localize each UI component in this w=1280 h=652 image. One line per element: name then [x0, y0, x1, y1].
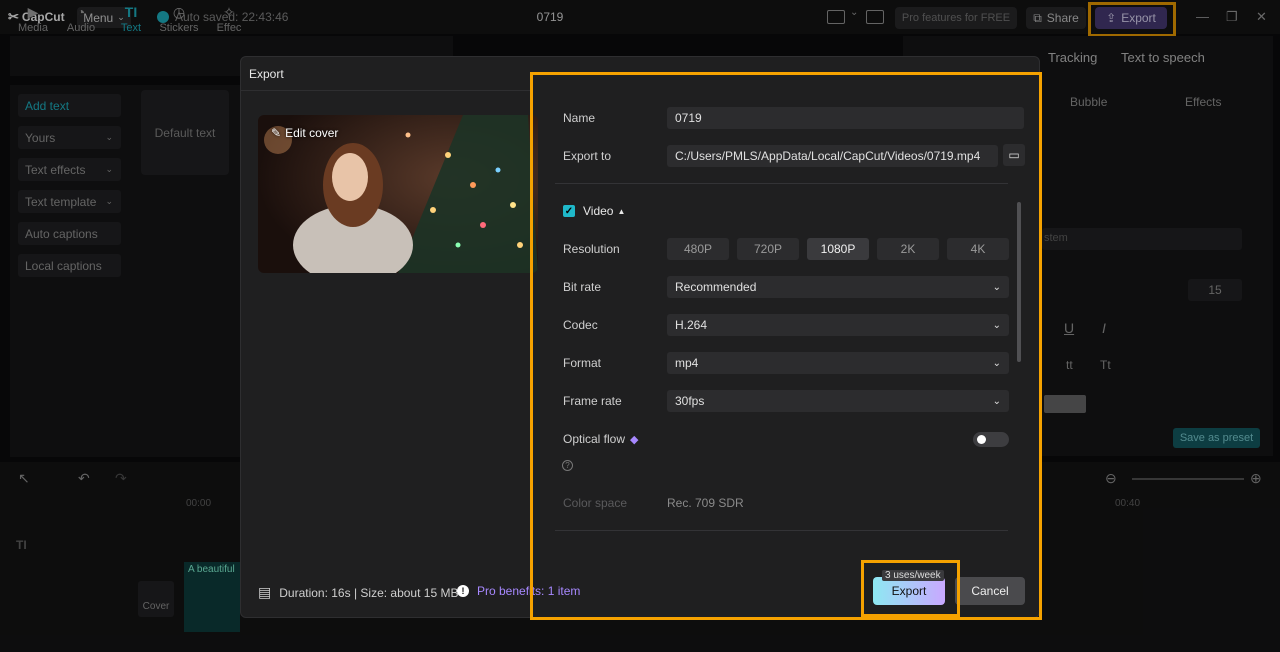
settings-highlight — [530, 72, 1042, 620]
dialog-title: Export — [249, 67, 284, 81]
film-icon: ▤ — [258, 584, 272, 600]
duration-size-text: Duration: 16s | Size: about 15 MB — [279, 585, 459, 600]
duration-size-info: ▤ Duration: 16s | Size: about 15 MB — [258, 584, 458, 601]
title-divider — [241, 90, 530, 91]
info-icon: ! — [457, 585, 469, 597]
export-button-highlight — [861, 560, 960, 617]
edit-cover-label: Edit cover — [285, 126, 339, 140]
edit-cover-button[interactable]: ✎ Edit cover — [271, 126, 338, 140]
pencil-icon: ✎ — [271, 126, 282, 140]
